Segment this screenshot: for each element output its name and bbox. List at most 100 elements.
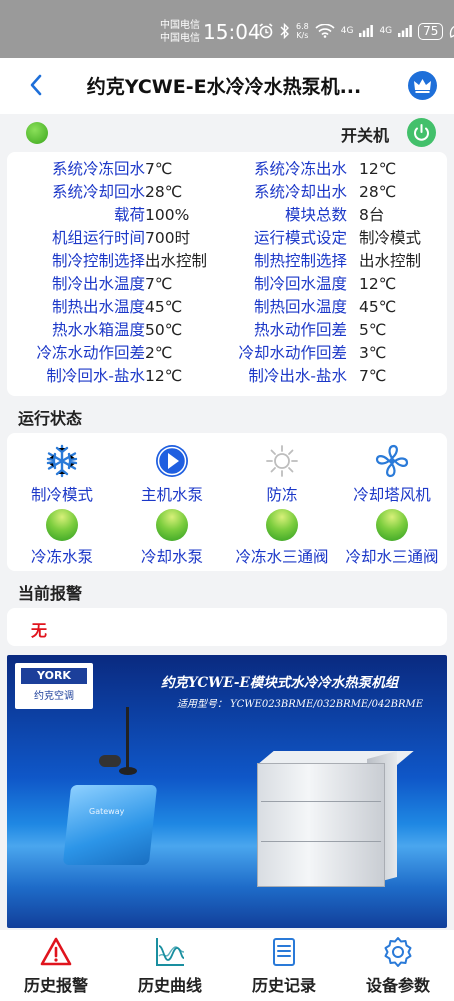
param-label: 制热出水温度 <box>51 298 145 316</box>
param-value: 12℃ <box>359 275 397 293</box>
gear-icon <box>384 937 412 967</box>
power-toggle-button[interactable] <box>407 118 436 147</box>
param-label: 制冷出水-盐水 <box>248 367 347 385</box>
net-speed-unit: K/s <box>296 31 309 40</box>
york-logo-sub: 约克空调 <box>34 691 74 702</box>
nav-label: 历史记录 <box>251 976 316 995</box>
param-label: 系统冷冻回水 <box>51 160 145 178</box>
mode-label: 冷却塔风机 <box>353 486 431 504</box>
signal-bars-icon <box>359 25 374 37</box>
leaf-icon <box>450 26 454 38</box>
param-label: 系统冷冻出水 <box>253 160 347 178</box>
indicator-label: 冷却水三通阀 <box>345 548 439 566</box>
alarm-title: 当前报警 <box>18 584 83 603</box>
param-value: 8台 <box>359 206 385 224</box>
fan-icon <box>375 444 409 478</box>
param-label: 冷却水动作回差 <box>238 344 347 362</box>
snowflake-icon <box>46 444 78 478</box>
param-label: 制冷控制选择 <box>51 252 145 270</box>
bottom-navigation: 历史报警 历史曲线 历史记录 设备参数 <box>0 930 454 1001</box>
power-label: 开关机 <box>341 126 390 145</box>
alarm-card: 无 <box>7 608 447 646</box>
york-logo: YORK 约克空调 <box>15 663 93 709</box>
antenna-graphic <box>126 707 129 771</box>
param-label: 机组运行时间 <box>51 229 145 247</box>
signal-1-label: 4G <box>340 26 354 36</box>
param-label: 热水水箱温度 <box>51 321 145 339</box>
nav-label: 设备参数 <box>365 976 430 995</box>
nav-history-curve[interactable]: 历史曲线 <box>120 936 220 996</box>
param-value: 45℃ <box>359 298 397 316</box>
parameters-card: 系统冷冻回水 7℃ 系统冷冻出水 12℃ 系统冷却回水 28℃ 系统冷却出水 2… <box>7 152 447 396</box>
param-label: 热水动作回差 <box>253 321 347 339</box>
param-value: 700时 <box>145 229 191 247</box>
param-value: 出水控制 <box>359 252 422 270</box>
alarm-value: 无 <box>31 621 48 640</box>
param-value: 7℃ <box>359 367 387 385</box>
mode-label: 制冷模式 <box>30 486 93 504</box>
unit-panel-line <box>261 801 381 802</box>
param-label: 运行模式设定 <box>253 229 347 247</box>
param-label: 制冷回水-盐水 <box>46 367 145 385</box>
wifi-icon <box>315 24 335 38</box>
chevron-left-icon <box>30 74 42 96</box>
indicator-cooling-water-pump: 冷却水泵 <box>117 509 227 567</box>
indicator-chilled-water-3way-valve: 冷冻水三通阀 <box>227 509 337 567</box>
param-value: 出水控制 <box>145 252 208 270</box>
heat-pump-unit-graphic <box>257 763 385 887</box>
page-title: 约克YCWE-E水冷冷水热泵机... <box>86 76 362 98</box>
param-value: 3℃ <box>359 344 387 362</box>
indicator-chilled-water-pump: 冷冻水泵 <box>7 509 117 567</box>
param-value: 100% <box>145 206 190 224</box>
status-icons: 6.8 K/s 4G 4G 75 <box>258 22 454 40</box>
param-label: 制热回水温度 <box>253 298 347 316</box>
param-value: 5℃ <box>359 321 387 339</box>
indicator-label: 冷冻水三通阀 <box>235 548 329 566</box>
indicator-cooling-water-3way-valve: 冷却水三通阀 <box>337 509 447 567</box>
param-label: 载荷 <box>113 206 145 224</box>
online-status-indicator <box>26 122 48 144</box>
nav-history-alarm[interactable]: 历史报警 <box>6 936 106 996</box>
param-value: 12℃ <box>145 367 183 385</box>
status-light <box>156 509 188 541</box>
back-button[interactable] <box>24 70 50 100</box>
sun-icon <box>266 445 298 477</box>
mode-antifreeze: 防冻 <box>227 443 337 505</box>
nav-history-record[interactable]: 历史记录 <box>234 936 334 996</box>
play-circle-icon <box>156 445 188 477</box>
document-list-icon <box>273 938 295 966</box>
chart-curve-icon <box>156 938 185 966</box>
param-row: 制冷回水-盐水 12℃ 制冷出水-盐水 7℃ <box>7 365 447 388</box>
indicator-label: 冷冻水泵 <box>30 548 93 566</box>
status-light <box>46 509 78 541</box>
param-row: 冷冻水动作回差 2℃ 冷却水动作回差 3℃ <box>7 342 447 365</box>
param-label: 模块总数 <box>284 206 347 224</box>
nav-label: 历史报警 <box>23 976 88 995</box>
gateway-device-graphic <box>62 785 158 865</box>
vip-crown-button[interactable] <box>408 71 437 100</box>
net-speed-value: 6.8 <box>296 22 309 31</box>
param-value: 50℃ <box>145 321 183 339</box>
param-row: 载荷 100% 模块总数 8台 <box>7 204 447 227</box>
power-row: 开关机 <box>7 116 447 150</box>
alarm-clock-icon <box>259 23 273 39</box>
param-row: 制冷出水温度 7℃ 制冷回水温度 12℃ <box>7 273 447 296</box>
param-row: 系统冷却回水 28℃ 系统冷却出水 28℃ <box>7 181 447 204</box>
param-value: 12℃ <box>359 160 397 178</box>
mode-label: 防冻 <box>266 486 298 504</box>
status-light <box>376 509 408 541</box>
banner-model: 适用型号： YCWE023BRME/032BRME/042BRME <box>177 699 424 710</box>
antenna-base-graphic <box>119 767 137 775</box>
carrier-1: 中国电信 <box>160 20 200 31</box>
param-value: 制冷模式 <box>359 229 422 247</box>
param-label: 冷冻水动作回差 <box>36 344 145 362</box>
param-value: 28℃ <box>145 183 183 201</box>
plug-graphic <box>99 755 121 767</box>
mode-main-pump: 主机水泵 <box>117 443 227 505</box>
york-logo-mark: YORK <box>21 668 87 684</box>
warning-icon <box>40 937 72 966</box>
carrier-2: 中国电信 <box>160 33 200 44</box>
run-status-title: 运行状态 <box>18 409 83 428</box>
banner-title: 约克YCWE-E模块式水冷冷水热泵机组 <box>161 675 399 691</box>
nav-device-params[interactable]: 设备参数 <box>348 936 448 996</box>
